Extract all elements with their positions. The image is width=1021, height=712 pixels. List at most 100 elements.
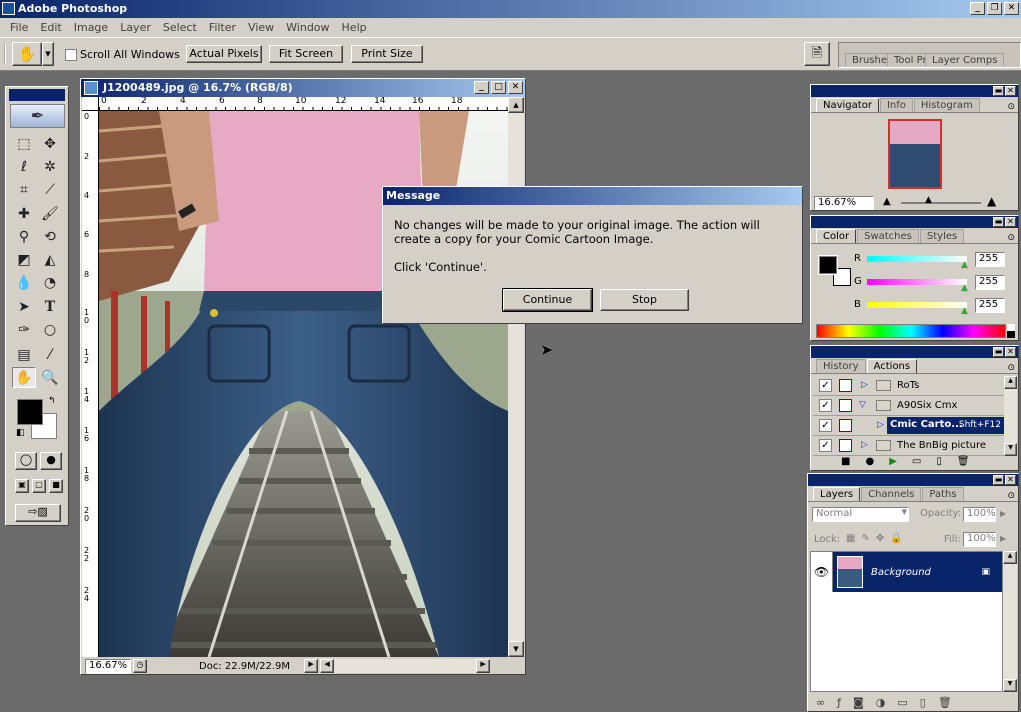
scroll-right-arrow-icon[interactable]: ▶ [476, 659, 491, 673]
pen-tool-icon[interactable]: ✑ [12, 319, 36, 340]
type-tool-icon[interactable]: T [38, 296, 62, 317]
menu-edit[interactable]: Edit [34, 21, 67, 34]
action-row-selected[interactable]: ✓ ▷ Cmic Carto... Shft+F12 [813, 416, 1004, 436]
navigator-menu-icon[interactable]: ⊙ [1007, 102, 1015, 112]
scroll-all-windows-checkbox[interactable] [65, 49, 77, 61]
tab-histogram[interactable]: Histogram [913, 98, 980, 112]
document-title-bar[interactable]: J1200489.jpg @ 16.7% (RGB/8) _ □ ✕ [81, 79, 525, 97]
new-fill-layer-icon[interactable]: ◑ [876, 696, 886, 709]
layer-visibility-eye-icon[interactable]: 👁 [811, 552, 833, 592]
tab-navigator[interactable]: Navigator [816, 98, 879, 112]
expand-arrow-icon[interactable]: ▷ [877, 416, 884, 435]
vertical-scrollbar[interactable]: ▲ ▼ [508, 97, 524, 657]
collapse-arrow-icon[interactable]: ▽ [859, 396, 866, 415]
fit-screen-button[interactable]: Fit Screen [269, 45, 343, 63]
hand-tool-icon[interactable]: ✋ [12, 367, 36, 388]
navigator-zoom-field[interactable]: 16.67% [814, 196, 874, 210]
navigator-thumbnail[interactable] [888, 119, 942, 189]
swap-colors-icon[interactable]: ↰ [48, 396, 56, 406]
color-foreground-swatch[interactable] [818, 255, 838, 275]
tab-styles[interactable]: Styles [919, 229, 965, 243]
shape-tool-icon[interactable]: ○ [38, 319, 62, 340]
red-value-field[interactable]: 255 [975, 252, 1005, 267]
dodge-tool-icon[interactable]: ◔ [38, 272, 62, 293]
dialog-toggle-icon[interactable] [839, 419, 852, 432]
notes-tool-icon[interactable]: ▤ [12, 344, 36, 365]
new-group-icon[interactable]: ▭ [897, 696, 907, 709]
navigator-minimize-button[interactable]: ▬ [993, 86, 1004, 96]
tab-channels[interactable]: Channels [861, 487, 922, 501]
color-menu-icon[interactable]: ⊙ [1007, 233, 1015, 243]
scroll-down-arrow-icon[interactable]: ▼ [508, 641, 524, 657]
layers-minimize-button[interactable]: ▬ [993, 475, 1004, 485]
layer-row-background[interactable]: 👁 Background ▣ [811, 552, 1002, 592]
layer-style-icon[interactable]: ƒ [837, 696, 841, 709]
layers-close-button[interactable]: ✕ [1005, 475, 1016, 485]
record-icon[interactable]: ● [865, 456, 874, 467]
screen-mode-full-menu-icon[interactable]: ▢ [32, 479, 46, 493]
doc-minimize-button[interactable]: _ [474, 81, 489, 94]
adobe-feather-icon[interactable]: ✒ [10, 104, 65, 128]
color-close-button[interactable]: ✕ [1005, 217, 1016, 227]
status-info-icon[interactable]: ◷ [133, 659, 147, 673]
tab-color[interactable]: Color [816, 229, 857, 243]
actual-pixels-button[interactable]: Actual Pixels [186, 45, 262, 63]
quick-mask-mode-icon[interactable]: ● [40, 452, 62, 470]
lock-pixels-icon[interactable]: ✎ [861, 533, 869, 544]
status-menu-arrow-icon[interactable]: ▶ [304, 659, 319, 673]
color-ramp[interactable] [816, 324, 1006, 338]
menu-file[interactable]: File [4, 21, 34, 34]
menu-help[interactable]: Help [336, 21, 373, 34]
brush-tool-icon[interactable]: 🖌 [38, 203, 62, 224]
hand-tool-preset-icon[interactable]: ✋ [12, 42, 42, 66]
blur-tool-icon[interactable]: 💧 [12, 272, 36, 293]
tab-paths[interactable]: Paths [922, 487, 964, 501]
red-slider-thumb[interactable]: ▲ [961, 260, 968, 270]
zoom-field[interactable]: 16.67% [85, 658, 131, 674]
play-icon[interactable]: ▶ [889, 456, 897, 467]
menu-filter[interactable]: Filter [203, 21, 242, 34]
menu-layer[interactable]: Layer [114, 21, 157, 34]
dialog-toggle-icon[interactable] [839, 379, 852, 392]
navigator-close-button[interactable]: ✕ [1005, 86, 1016, 96]
new-action-icon[interactable]: ▯ [936, 456, 942, 467]
color-title-bar[interactable]: ▬ ✕ [811, 216, 1018, 228]
red-slider[interactable] [867, 256, 967, 262]
lock-all-icon[interactable]: 🔒 [890, 533, 902, 544]
dialog-toggle-icon[interactable] [839, 439, 852, 452]
action-check[interactable]: ✓ [819, 439, 832, 452]
move-tool-icon[interactable]: ✥ [38, 133, 62, 154]
tab-history[interactable]: History [816, 359, 866, 373]
dialog-title-bar[interactable]: Message [383, 187, 802, 205]
foreground-color-swatch-top[interactable] [17, 399, 43, 425]
scroll-up-arrow-icon[interactable]: ▲ [508, 97, 524, 113]
zoom-in-icon[interactable]: ▲ [987, 194, 996, 208]
expand-arrow-icon[interactable]: ▷ [861, 376, 868, 395]
well-tab-layer-comps[interactable]: Layer Comps [925, 53, 1005, 66]
blue-value-field[interactable]: 255 [975, 298, 1005, 313]
slice-tool-icon[interactable]: ⟋ [38, 179, 62, 200]
screen-mode-full-icon[interactable]: ■ [49, 479, 63, 493]
layer-mask-icon[interactable]: ◙ [853, 696, 864, 709]
layers-title-bar[interactable]: ▬ ✕ [808, 474, 1018, 486]
new-set-icon[interactable]: ▭ [912, 456, 921, 467]
eyedropper-tool-icon[interactable]: ⁄ [38, 344, 62, 365]
actions-scrollbar[interactable]: ▲ ▼ [1004, 376, 1017, 456]
marquee-tool-icon[interactable]: ⬚ [12, 133, 36, 154]
layers-menu-icon[interactable]: ⊙ [1007, 491, 1015, 501]
path-selection-tool-icon[interactable]: ➤ [12, 296, 36, 317]
stop-button[interactable]: Stop [600, 289, 689, 311]
fill-field[interactable]: 100% [963, 532, 996, 547]
restore-button[interactable]: ❐ [987, 2, 1002, 15]
delete-layer-icon[interactable]: 🗑 [938, 696, 952, 709]
history-brush-tool-icon[interactable]: ⟲ [38, 226, 62, 247]
blend-mode-select[interactable]: Normal ▼ [812, 507, 909, 522]
jump-to-imageready-icon[interactable]: ⇨▨ [15, 504, 61, 522]
link-layers-icon[interactable]: ∞ [816, 696, 825, 709]
scroll-left-arrow-icon[interactable]: ◀ [320, 659, 335, 673]
blend-mode-arrow-icon[interactable]: ▼ [902, 508, 907, 516]
tab-info[interactable]: Info [879, 98, 913, 112]
vertical-ruler[interactable]: 0 2 4 6 8 1 0 1 2 1 4 1 6 1 8 2 0 2 2 2 … [82, 111, 99, 657]
default-colors-icon[interactable]: ◧ [16, 428, 25, 438]
clone-stamp-tool-icon[interactable]: ⚲ [12, 226, 36, 247]
